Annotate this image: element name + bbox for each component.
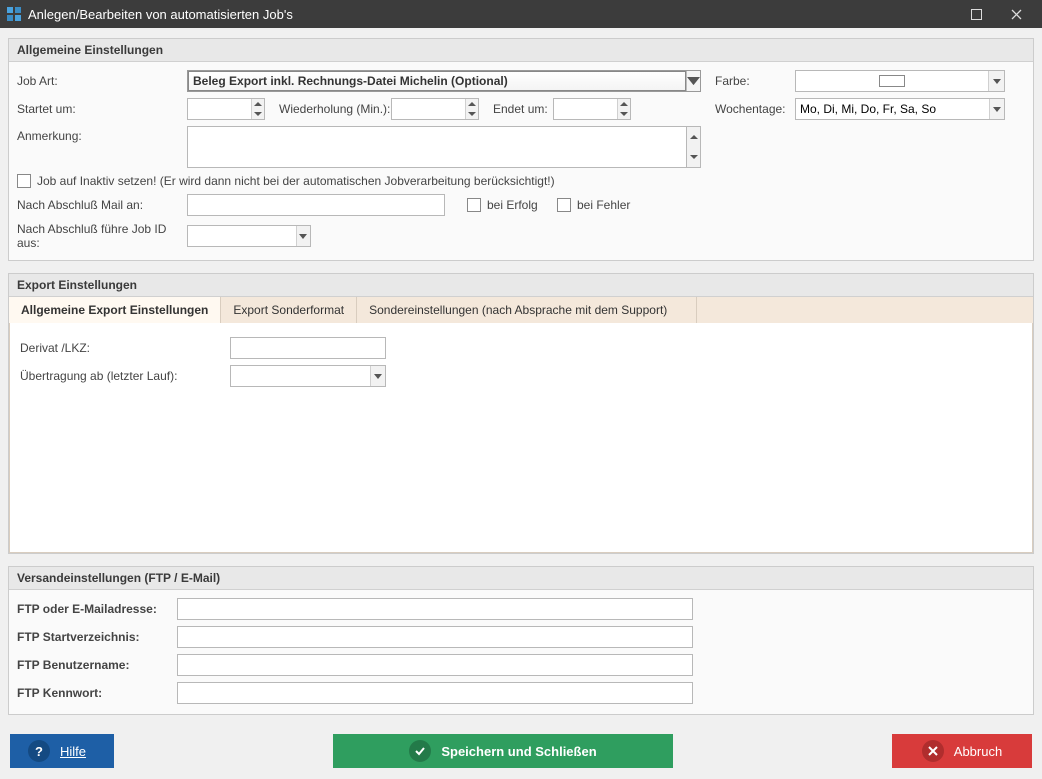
- job-inaktiv-label: Job auf Inaktiv setzen! (Er wird dann ni…: [37, 174, 555, 188]
- wochentage-value: [796, 99, 989, 119]
- derivat-input[interactable]: [230, 337, 386, 359]
- versand-settings-header: Versandeinstellungen (FTP / E-Mail): [9, 567, 1033, 590]
- ftp-user-input[interactable]: [177, 654, 693, 676]
- chevron-down-icon: [296, 226, 310, 246]
- general-settings-header: Allgemeine Einstellungen: [9, 39, 1033, 62]
- spinner-icon: [687, 126, 701, 168]
- help-label: Hilfe: [60, 744, 86, 759]
- bei-erfolg-checkbox[interactable]: [467, 198, 481, 212]
- save-close-label: Speichern und Schließen: [441, 744, 596, 759]
- wiederholung-input[interactable]: [391, 98, 479, 120]
- window-maximize-button[interactable]: [956, 0, 996, 28]
- window-title: Anlegen/Bearbeiten von automatisierten J…: [28, 7, 293, 22]
- derivat-label: Derivat /LKZ:: [20, 341, 230, 355]
- uebertragung-select[interactable]: [230, 365, 386, 387]
- color-swatch: [879, 75, 905, 87]
- export-tab-body: Derivat /LKZ: Übertragung ab (letzter La…: [9, 323, 1033, 553]
- chevron-down-icon: [989, 99, 1004, 119]
- app-icon: [6, 6, 22, 22]
- tab-export-sonderformat[interactable]: Export Sonderformat: [221, 297, 357, 323]
- farbe-label: Farbe:: [715, 74, 795, 88]
- bei-fehler-checkbox[interactable]: [557, 198, 571, 212]
- job-art-select[interactable]: Beleg Export inkl. Rechnungs-Datei Miche…: [187, 70, 701, 92]
- anmerkung-label: Anmerkung:: [17, 126, 187, 143]
- job-inaktiv-checkbox[interactable]: [17, 174, 31, 188]
- export-settings-group: Export Einstellungen Allgemeine Export E…: [8, 273, 1034, 554]
- wiederholung-label: Wiederholung (Min.):: [279, 102, 391, 116]
- bei-erfolg-label: bei Erfolg: [487, 198, 557, 212]
- question-icon: ?: [28, 740, 50, 762]
- endet-um-label: Endet um:: [493, 102, 553, 116]
- spinner-icon: [251, 99, 264, 119]
- ftp-mail-input[interactable]: [177, 598, 693, 620]
- export-tabs: Allgemeine Export Einstellungen Export S…: [9, 297, 1033, 323]
- export-settings-header: Export Einstellungen: [9, 274, 1033, 297]
- ftp-pass-input[interactable]: [177, 682, 693, 704]
- ftp-start-label: FTP Startverzeichnis:: [17, 630, 177, 644]
- startet-um-label: Startet um:: [17, 102, 187, 116]
- spinner-icon: [465, 99, 478, 119]
- close-icon: [922, 740, 944, 762]
- farbe-select[interactable]: [795, 70, 1005, 92]
- footer-bar: ? Hilfe Speichern und Schließen Abbruch: [0, 730, 1042, 772]
- ftp-start-input[interactable]: [177, 626, 693, 648]
- endet-um-input[interactable]: [553, 98, 631, 120]
- ftp-mail-label: FTP oder E-Mailadresse:: [17, 602, 177, 616]
- cancel-button[interactable]: Abbruch: [892, 734, 1032, 768]
- check-icon: [409, 740, 431, 762]
- job-art-value: Beleg Export inkl. Rechnungs-Datei Miche…: [193, 74, 508, 88]
- cancel-label: Abbruch: [954, 744, 1002, 759]
- ftp-user-label: FTP Benutzername:: [17, 658, 177, 672]
- wochentage-select[interactable]: [795, 98, 1005, 120]
- tab-sondereinstellungen[interactable]: Sondereinstellungen (nach Absprache mit …: [357, 297, 697, 323]
- chevron-down-icon: [686, 71, 700, 91]
- mail-an-input[interactable]: [187, 194, 445, 216]
- bei-fehler-label: bei Fehler: [577, 198, 630, 212]
- job-art-label: Job Art:: [17, 74, 187, 88]
- ftp-pass-label: FTP Kennwort:: [17, 686, 177, 700]
- startet-um-input[interactable]: [187, 98, 265, 120]
- chevron-down-icon: [988, 71, 1004, 91]
- uebertragung-label: Übertragung ab (letzter Lauf):: [20, 369, 230, 383]
- anmerkung-textarea[interactable]: [187, 126, 687, 168]
- versand-settings-group: Versandeinstellungen (FTP / E-Mail) FTP …: [8, 566, 1034, 715]
- wochentage-label: Wochentage:: [715, 102, 795, 116]
- chevron-down-icon: [370, 366, 385, 386]
- save-close-button[interactable]: Speichern und Schließen: [333, 734, 673, 768]
- window-close-button[interactable]: [996, 0, 1036, 28]
- general-settings-group: Allgemeine Einstellungen Job Art: Beleg …: [8, 38, 1034, 261]
- titlebar: Anlegen/Bearbeiten von automatisierten J…: [0, 0, 1042, 28]
- help-button[interactable]: ? Hilfe: [10, 734, 114, 768]
- content-area: Allgemeine Einstellungen Job Art: Beleg …: [0, 28, 1042, 730]
- spinner-icon: [617, 99, 630, 119]
- tab-allgemeine-export[interactable]: Allgemeine Export Einstellungen: [9, 297, 221, 323]
- fuehre-job-id-select[interactable]: [187, 225, 311, 247]
- mail-an-label: Nach Abschluß Mail an:: [17, 198, 187, 212]
- fuehre-job-id-label: Nach Abschluß führe Job ID aus:: [17, 222, 187, 250]
